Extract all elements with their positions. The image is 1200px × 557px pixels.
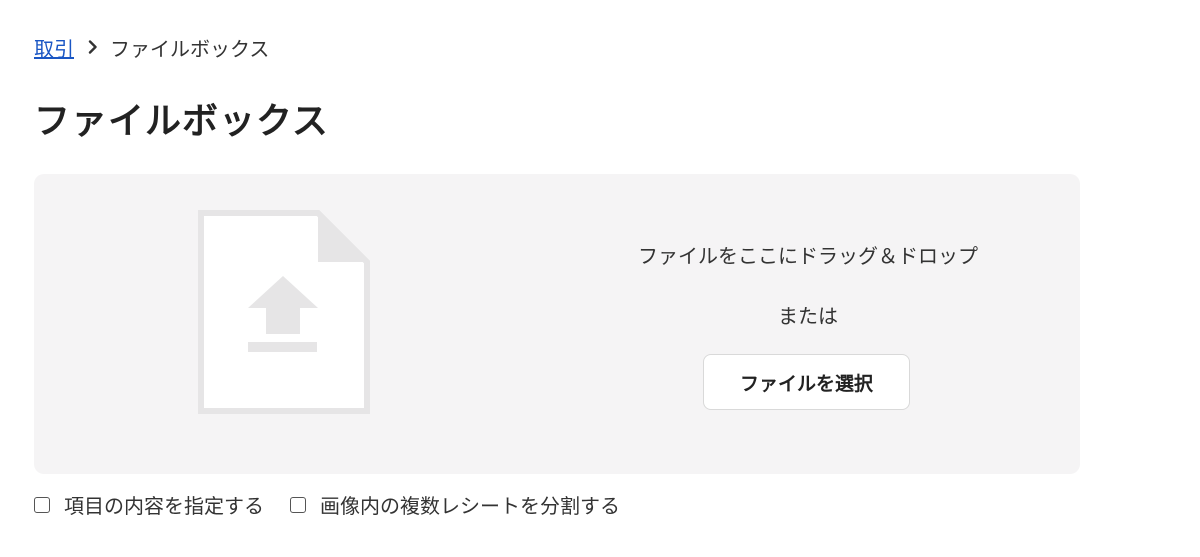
upload-options: 項目の内容を指定する 画像内の複数レシートを分割する <box>34 490 620 519</box>
page-title: ファイルボックス <box>34 101 329 142</box>
chevron-right-icon <box>88 40 98 54</box>
option-split-receipts[interactable]: 画像内の複数レシートを分割する <box>290 490 620 519</box>
breadcrumb: 取引 ファイルボックス <box>34 33 270 62</box>
split-receipts-label: 画像内の複数レシートを分割する <box>320 494 620 518</box>
file-upload-icon <box>198 210 370 414</box>
file-dropzone[interactable]: ファイルをここにドラッグ＆ドロップ または ファイルを選択 <box>34 174 1080 474</box>
select-file-button[interactable]: ファイルを選択 <box>703 354 910 410</box>
option-specify-fields[interactable]: 項目の内容を指定する <box>34 490 264 519</box>
file-box-page: 取引 ファイルボックス ファイルボックス ファイルをここにドラッグ＆ドロップ ま… <box>0 0 1200 557</box>
specify-fields-label: 項目の内容を指定する <box>64 494 264 518</box>
specify-fields-checkbox[interactable] <box>34 496 50 513</box>
drop-instruction: ファイルをここにドラッグ＆ドロップ <box>638 244 978 268</box>
breadcrumb-current: ファイルボックス <box>110 36 270 61</box>
or-label: または <box>778 304 838 328</box>
split-receipts-checkbox[interactable] <box>290 496 306 513</box>
breadcrumb-link-transactions[interactable]: 取引 <box>34 33 74 62</box>
